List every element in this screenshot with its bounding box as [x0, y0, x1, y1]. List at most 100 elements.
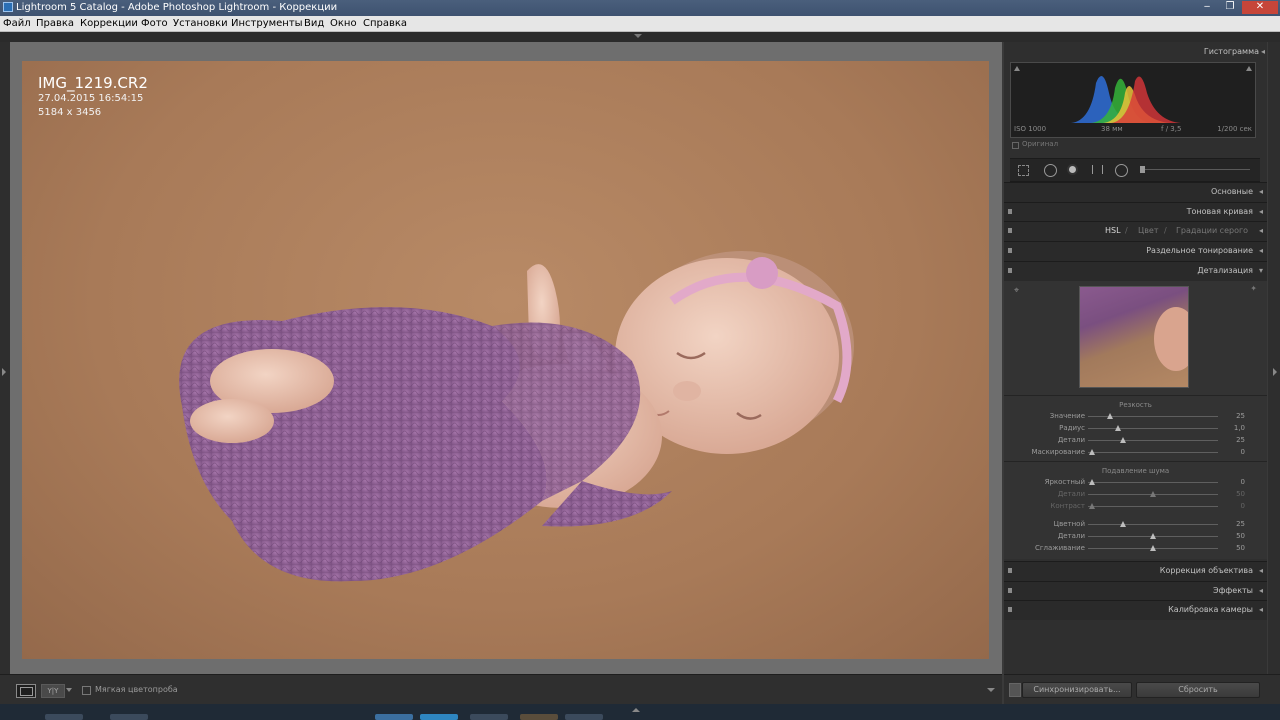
- expand-left-icon[interactable]: [2, 368, 6, 376]
- filmstrip-expand-icon[interactable]: [632, 708, 640, 712]
- taskbar-item[interactable]: [420, 714, 458, 720]
- slider-thumb[interactable]: [1088, 449, 1095, 455]
- highlight-clipping-icon[interactable]: [1246, 66, 1252, 71]
- slider-track[interactable]: [1088, 482, 1218, 483]
- panel-effects-header[interactable]: Эффекты ◂: [1004, 581, 1267, 601]
- slider-track[interactable]: [1088, 440, 1218, 441]
- menu-view[interactable]: Вид: [304, 17, 324, 30]
- toolbar-menu-icon[interactable]: [987, 688, 995, 692]
- maximize-icon[interactable]: ❐: [1219, 1, 1241, 14]
- minimize-icon[interactable]: ‒: [1196, 1, 1218, 14]
- detail-target-icon[interactable]: ⌖: [1014, 286, 1019, 296]
- slider-thumb[interactable]: [1107, 413, 1114, 419]
- menu-develop[interactable]: Коррекции: [80, 17, 138, 30]
- before-after-icon[interactable]: Y|Y: [41, 684, 65, 698]
- taskbar-item[interactable]: [45, 714, 83, 720]
- slider-row[interactable]: Радиус 1,0: [1004, 423, 1267, 434]
- slider-value[interactable]: 1,0: [1234, 424, 1245, 432]
- spot-removal-icon[interactable]: [1044, 164, 1057, 177]
- panel-hsl-toggle-icon[interactable]: ◂: [1259, 226, 1263, 235]
- slider-thumb[interactable]: [1120, 521, 1127, 527]
- slider-row[interactable]: Детали 50: [1004, 489, 1267, 500]
- panel-tone-curve-switch-icon[interactable]: [1008, 209, 1012, 214]
- tab-color[interactable]: Цвет: [1138, 226, 1159, 235]
- menu-edit[interactable]: Правка: [36, 17, 74, 30]
- sync-switch-icon[interactable]: [1009, 683, 1021, 697]
- close-icon[interactable]: ✕: [1242, 1, 1278, 14]
- panel-tone-curve-toggle-icon[interactable]: ◂: [1259, 207, 1263, 216]
- adjustment-brush-icon[interactable]: [1140, 166, 1145, 173]
- panel-hsl-header[interactable]: HSL / Цвет / Градации серого ◂: [1004, 221, 1267, 241]
- slider-thumb[interactable]: [1150, 491, 1156, 497]
- menu-file[interactable]: Файл: [3, 17, 31, 30]
- taskbar-item[interactable]: [565, 714, 603, 720]
- soft-proof-checkbox[interactable]: [82, 686, 91, 695]
- slider-value[interactable]: 25: [1236, 436, 1245, 444]
- panel-effects-toggle-icon[interactable]: ◂: [1259, 586, 1263, 595]
- slider-value[interactable]: 50: [1236, 490, 1245, 498]
- menu-settings[interactable]: Установки: [173, 17, 228, 30]
- slider-value[interactable]: 25: [1236, 520, 1245, 528]
- panel-lens-switch-icon[interactable]: [1008, 568, 1012, 573]
- photo-preview[interactable]: IMG_1219.CR2 27.04.2015 16:54:15 5184 x …: [22, 61, 989, 659]
- panel-detail-toggle-icon[interactable]: ▾: [1259, 266, 1263, 275]
- histogram[interactable]: ISO 1000 38 мм f / 3,5 1/200 сек: [1010, 62, 1256, 138]
- slider-value[interactable]: 0: [1241, 478, 1245, 486]
- left-panel-collapsed[interactable]: [0, 42, 10, 674]
- panel-lens-toggle-icon[interactable]: ◂: [1259, 566, 1263, 575]
- slider-track[interactable]: [1088, 428, 1218, 429]
- collapse-right-icon[interactable]: [1273, 368, 1277, 376]
- panel-detail-header[interactable]: Детализация ▾: [1004, 261, 1267, 281]
- panel-basic-toggle-icon[interactable]: ◂: [1259, 187, 1263, 196]
- red-eye-icon[interactable]: [1067, 164, 1078, 175]
- slider-track[interactable]: [1088, 452, 1218, 453]
- taskbar-item[interactable]: [520, 714, 558, 720]
- menu-window[interactable]: Окно: [330, 17, 357, 30]
- reset-button[interactable]: Сбросить: [1136, 682, 1260, 698]
- slider-row[interactable]: Яркостный 0: [1004, 477, 1267, 488]
- graduated-filter-icon[interactable]: [1092, 165, 1103, 174]
- slider-row[interactable]: Детали 25: [1004, 435, 1267, 446]
- slider-thumb[interactable]: [1150, 545, 1156, 551]
- panel-calibration-toggle-icon[interactable]: ◂: [1259, 605, 1263, 614]
- shadow-clipping-icon[interactable]: [1014, 66, 1020, 71]
- panel-split-toning-header[interactable]: Раздельное тонирование ◂: [1004, 241, 1267, 261]
- panel-detail-switch-icon[interactable]: [1008, 268, 1012, 273]
- panel-lens-corrections-header[interactable]: Коррекция объектива ◂: [1004, 561, 1267, 581]
- slider-value[interactable]: 25: [1236, 412, 1245, 420]
- slider-row[interactable]: Контраст 0: [1004, 501, 1267, 512]
- panel-split-toning-toggle-icon[interactable]: ◂: [1259, 246, 1263, 255]
- collapse-top-icon[interactable]: [634, 34, 642, 38]
- panel-basic-header[interactable]: Основные ◂: [1004, 182, 1267, 202]
- slider-thumb[interactable]: [1088, 503, 1095, 509]
- slider-value[interactable]: 0: [1241, 448, 1245, 456]
- panel-camera-calibration-header[interactable]: Калибровка камеры ◂: [1004, 600, 1267, 620]
- loupe-view-icon[interactable]: [16, 684, 36, 698]
- panel-hsl-switch-icon[interactable]: [1008, 228, 1012, 233]
- detail-zoom-preview[interactable]: [1079, 286, 1189, 388]
- slider-thumb[interactable]: [1150, 533, 1156, 539]
- tab-hsl[interactable]: HSL: [1105, 226, 1121, 235]
- slider-row[interactable]: Маскирование 0: [1004, 447, 1267, 458]
- slider-row[interactable]: Сглаживание 50: [1004, 543, 1267, 554]
- slider-value[interactable]: 50: [1236, 532, 1245, 540]
- slider-row[interactable]: Детали 50: [1004, 531, 1267, 542]
- menu-photo[interactable]: Фото: [141, 17, 168, 30]
- panel-calibration-switch-icon[interactable]: [1008, 607, 1012, 612]
- slider-value[interactable]: 0: [1241, 502, 1245, 510]
- slider-row[interactable]: Цветной 25: [1004, 519, 1267, 530]
- panel-split-toning-switch-icon[interactable]: [1008, 248, 1012, 253]
- original-checkbox[interactable]: [1012, 142, 1019, 149]
- slider-row[interactable]: Значение 25: [1004, 411, 1267, 422]
- panel-effects-switch-icon[interactable]: [1008, 588, 1012, 593]
- menu-tools[interactable]: Инструменты: [231, 17, 303, 30]
- slider-track[interactable]: [1088, 506, 1218, 507]
- slider-thumb[interactable]: [1114, 425, 1121, 431]
- slider-track[interactable]: [1088, 524, 1218, 525]
- slider-thumb[interactable]: [1088, 479, 1095, 485]
- histogram-collapse-icon[interactable]: ◂: [1261, 47, 1265, 56]
- menu-help[interactable]: Справка: [363, 17, 407, 30]
- slider-value[interactable]: 50: [1236, 544, 1245, 552]
- slider-thumb[interactable]: [1120, 437, 1127, 443]
- before-after-dropdown-icon[interactable]: [66, 688, 72, 692]
